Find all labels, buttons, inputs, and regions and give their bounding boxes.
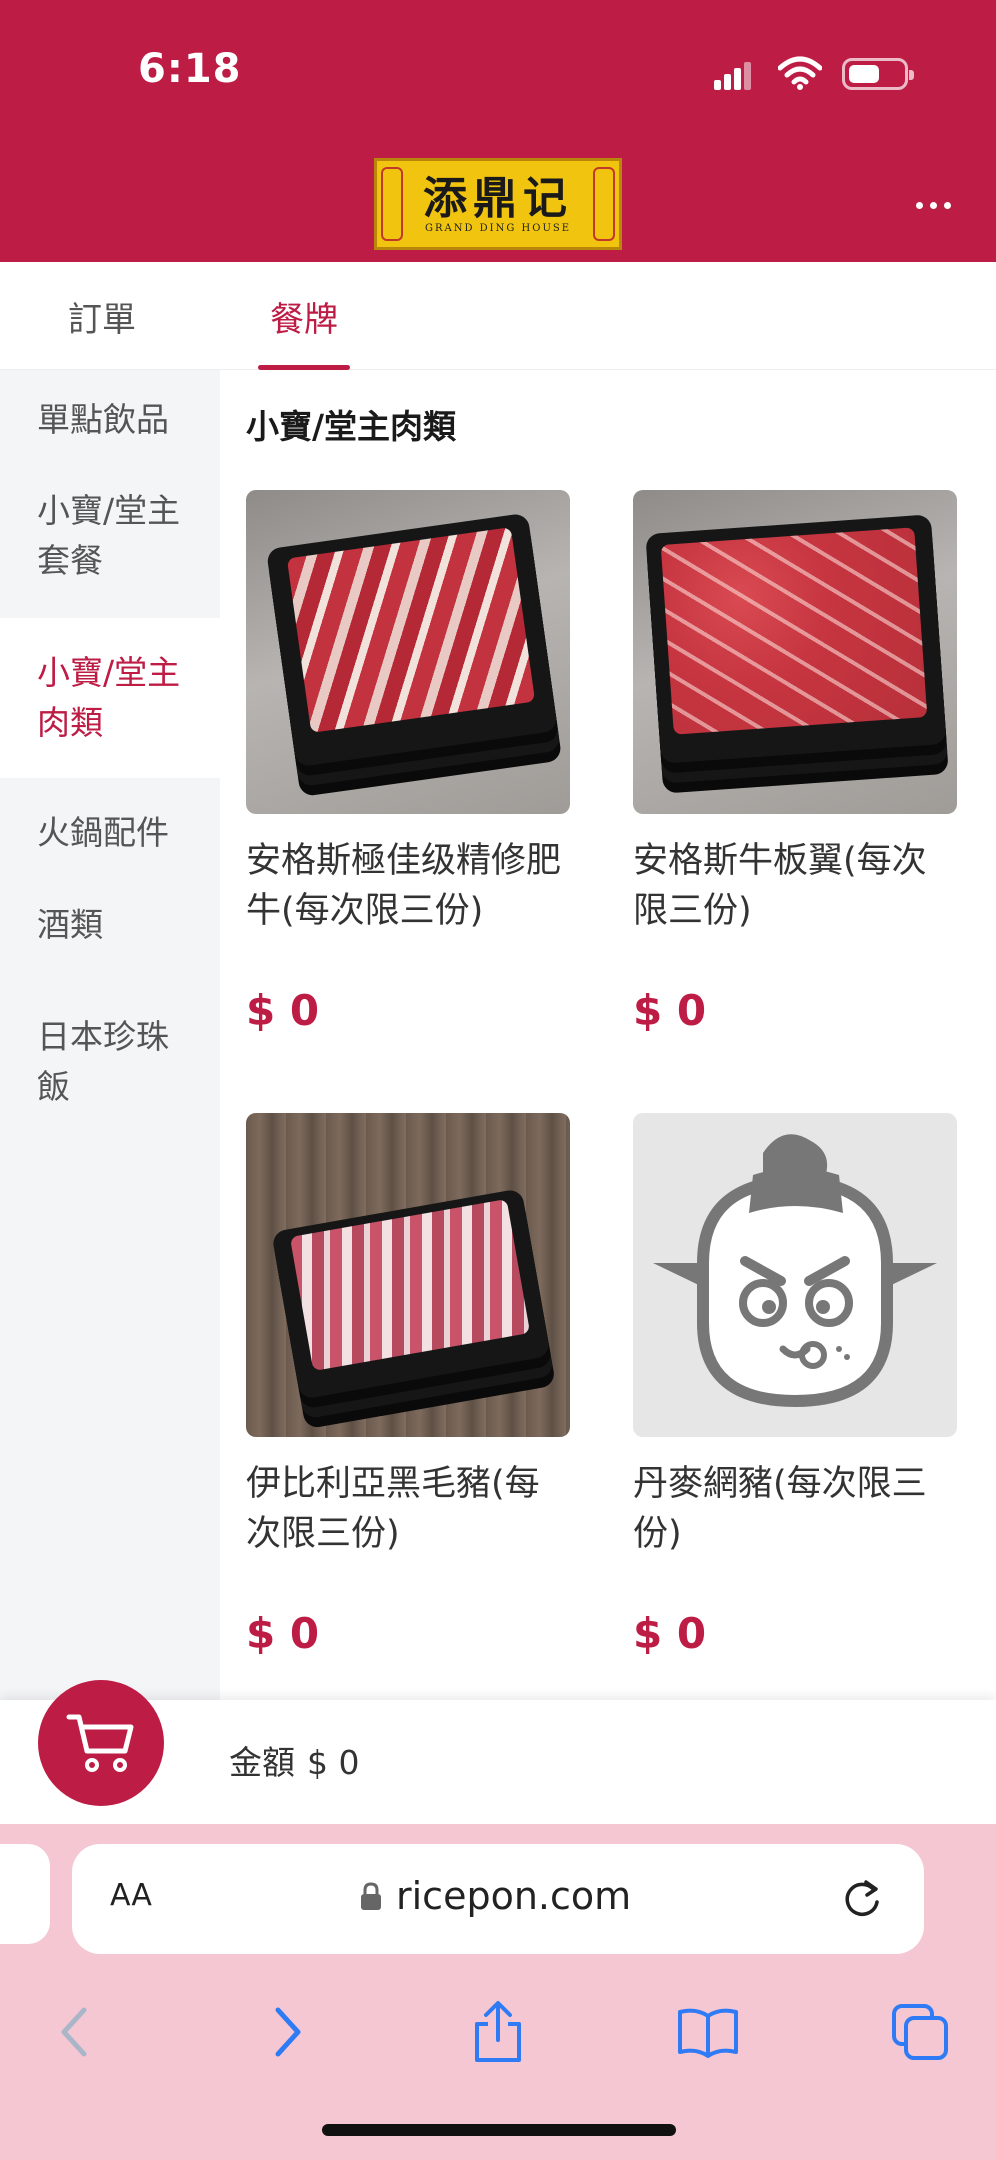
product-card[interactable]: 安格斯牛板翼(每次限三份) $ 0 xyxy=(633,490,957,1035)
share-icon[interactable] xyxy=(458,1992,538,2072)
beef-photo xyxy=(246,490,570,814)
cart-total-label: 金額 xyxy=(229,1743,295,1782)
placeholder-mascot-icon xyxy=(633,1113,957,1437)
category-title: 小寶/堂主肉類 xyxy=(246,407,457,446)
product-name: 丹麥網豬(每次限三份) xyxy=(633,1464,927,1554)
previous-tab-preview[interactable] xyxy=(0,1844,50,1944)
restaurant-logo: 添鼎记 GRAND DING HOUSE xyxy=(374,158,622,250)
sidebar-item-hotpot-sides[interactable]: 火鍋配件 xyxy=(0,778,220,878)
tab-menu[interactable]: 餐牌 xyxy=(238,262,370,370)
text-size-label: AA xyxy=(110,1878,152,1913)
product-price: $ 0 xyxy=(246,1609,320,1658)
forward-icon[interactable] xyxy=(248,1992,328,2072)
home-indicator xyxy=(322,2124,676,2136)
cart-button[interactable] xyxy=(38,1680,164,1806)
tab-bar: 訂單 餐牌 xyxy=(0,262,996,370)
product-card[interactable]: 丹麥網豬(每次限三份) $ 0 xyxy=(633,1113,957,1658)
back-icon[interactable] xyxy=(34,1992,114,2072)
cart-bar: 金額 $ 0 xyxy=(0,1680,996,1824)
product-price: $ 0 xyxy=(633,1609,707,1658)
cart-icon xyxy=(66,1714,134,1772)
product-card[interactable]: 伊比利亞黑毛豬(每次限三份) $ 0 xyxy=(246,1113,570,1658)
cart-total: 金額 $ 0 xyxy=(229,1736,359,1784)
browser-toolbar xyxy=(0,1992,996,2072)
logo-text: 添鼎记 xyxy=(423,172,573,224)
logo-subtitle: GRAND DING HOUSE xyxy=(424,222,572,234)
product-list: 小寶/堂主肉類 安格斯極佳级精修肥牛(每次限三份) $ 0 安格斯牛板翼(每次限… xyxy=(220,370,996,1700)
product-name: 安格斯極佳级精修肥牛(每次限三份) xyxy=(246,841,562,931)
product-name: 安格斯牛板翼(每次限三份) xyxy=(633,841,927,931)
battery-icon xyxy=(842,58,914,90)
pork-photo xyxy=(246,1113,570,1437)
sidebar-item-rice[interactable]: 日本珍珠飯 xyxy=(0,1012,220,1112)
product-name: 伊比利亞黑毛豬(每次限三份) xyxy=(246,1464,540,1554)
sidebar-item-meats[interactable]: 小寶/堂主肉類 xyxy=(0,618,220,778)
text-size-button[interactable]: AA xyxy=(110,1878,152,1913)
url-text: ricepon.com xyxy=(396,1874,632,1918)
bookmarks-icon[interactable] xyxy=(668,1992,748,2072)
tabs-icon[interactable] xyxy=(880,1992,960,2072)
sidebar-item-alcohol[interactable]: 酒類 xyxy=(0,900,220,950)
product-price: $ 0 xyxy=(633,986,707,1035)
sidebar-item-drinks[interactable]: 單點飲品 xyxy=(0,395,220,445)
tab-orders[interactable]: 訂單 xyxy=(30,262,174,370)
beef-photo xyxy=(633,490,957,814)
reload-icon[interactable] xyxy=(842,1878,884,1920)
sidebar-item-set-meals[interactable]: 小寶/堂主套餐 xyxy=(0,478,220,618)
product-price: $ 0 xyxy=(246,986,320,1035)
address-bar[interactable]: AA ricepon.com xyxy=(72,1844,924,1954)
category-sidebar: 單點飲品 小寶/堂主套餐 小寶/堂主肉類 火鍋配件 酒類 日本珍珠飯 xyxy=(0,370,220,1700)
app-header: 6:18 添鼎记 GRAND DING HOUSE xyxy=(0,0,996,262)
lock-icon xyxy=(361,1882,381,1910)
wifi-icon xyxy=(778,56,822,90)
browser-chrome: AA ricepon.com xyxy=(0,1824,996,2160)
product-card[interactable]: 安格斯極佳级精修肥牛(每次限三份) $ 0 xyxy=(246,490,570,1035)
more-icon[interactable] xyxy=(908,190,958,220)
cellular-signal-icon xyxy=(714,60,754,90)
status-time: 6:18 xyxy=(138,46,242,92)
tab-menu-label: 餐牌 xyxy=(270,299,338,340)
cart-total-value: $ 0 xyxy=(307,1743,360,1782)
url-display[interactable]: ricepon.com xyxy=(360,1874,631,1918)
